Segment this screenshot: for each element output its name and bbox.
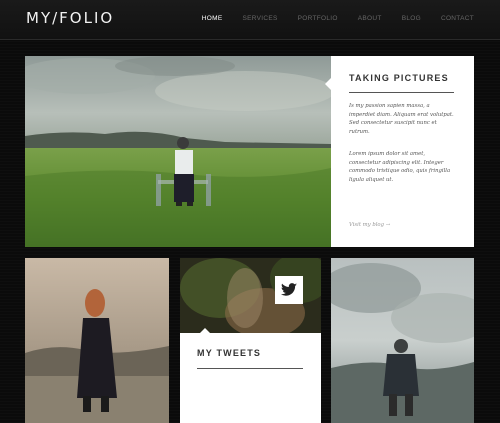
tweets-title: MY TWEETS <box>197 348 262 358</box>
nav-item-services[interactable]: SERVICES <box>242 15 277 22</box>
tweets-card: MY TWEETS <box>180 328 321 423</box>
feature-paragraph-2: Lorem ipsum dolor sit amet, consectetur … <box>349 151 451 183</box>
nav-item-portfolio[interactable]: PORTFOLIO <box>298 15 338 22</box>
nav-item-contact[interactable]: CONTACT <box>441 15 474 22</box>
twitter-button[interactable] <box>275 276 303 304</box>
nav-item-home[interactable]: HOME <box>202 15 223 22</box>
portfolio-tile-man[interactable] <box>331 258 474 423</box>
feature-card: TAKING PICTURES Is my passion sapien mas… <box>325 56 474 247</box>
nav-item-blog[interactable]: BLOG <box>402 15 421 22</box>
feature-title: TAKING PICTURES <box>349 73 449 83</box>
hero-photo[interactable] <box>25 56 331 247</box>
nav-item-about[interactable]: ABOUT <box>358 15 382 22</box>
portfolio-tile-woman[interactable] <box>25 258 169 423</box>
main-nav: HOME SERVICES PORTFOLIO ABOUT BLOG CONTA… <box>182 15 474 22</box>
visit-blog-link[interactable]: Visit my blog → <box>349 222 390 228</box>
feature-paragraph-1: Is my passion sapien massa, a imperdiet … <box>349 103 454 135</box>
site-logo[interactable]: MY/FOLIO <box>26 9 114 27</box>
site-header: MY/FOLIO HOME SERVICES PORTFOLIO ABOUT B… <box>0 0 500 40</box>
twitter-bird-icon <box>281 283 297 296</box>
feature-divider <box>349 92 454 93</box>
tweets-divider <box>197 368 303 369</box>
